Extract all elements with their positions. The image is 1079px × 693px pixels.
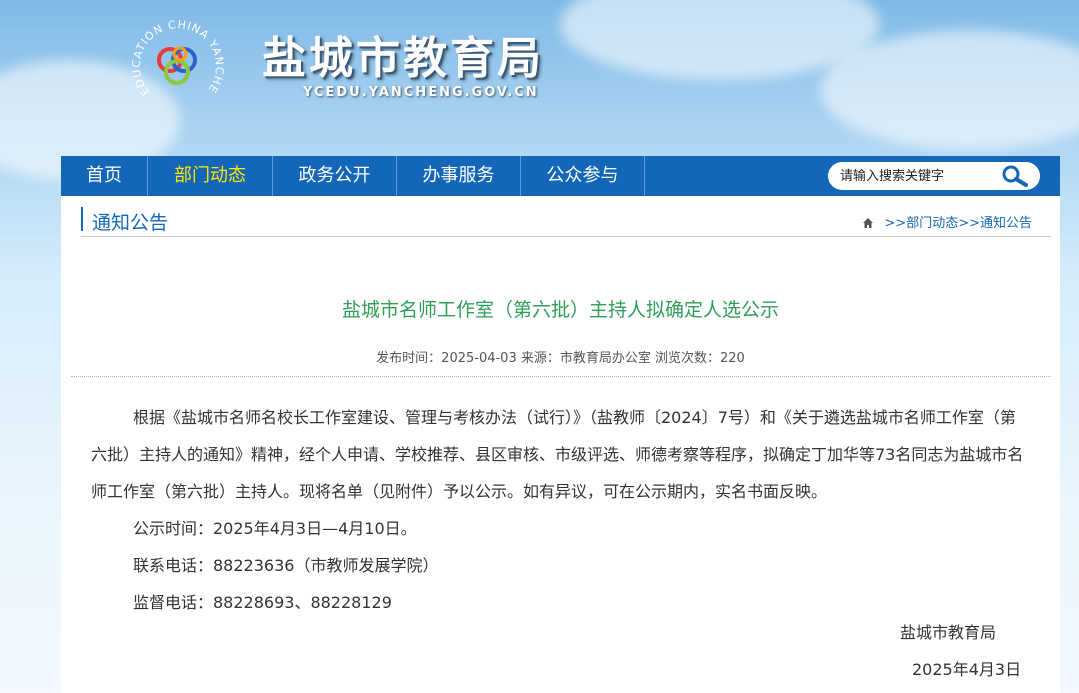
main-nav: 首页 部门动态 政务公开 办事服务 公众参与 [61,156,1060,196]
home-icon[interactable] [862,217,874,229]
article-title: 盐城市名师工作室（第六批）主持人拟确定人选公示 [341,299,779,321]
contact-phone: 联系电话：88223636（市教师发展学院） [133,556,439,575]
search-icon[interactable] [1000,165,1030,187]
breadcrumb-notices[interactable]: >>通知公告 [958,216,1032,231]
site-url: YCEDU.YANCHENG.GOV.CN [303,85,539,100]
education-logo-icon[interactable]: EDUCATION CHINA YANCHENG [128,14,228,114]
site-title: 盐城市教育局 [262,33,544,84]
publicity-period: 公示时间：2025年4月3日—4月10日。 [133,519,417,538]
nav-item-department-news[interactable]: 部门动态 [148,156,273,196]
search-input[interactable] [840,166,990,186]
section-title: 通知公告 [92,212,169,234]
svg-text:EDUCATION CHINA YANCHENG: EDUCATION CHINA YANCHENG [128,14,226,98]
site-header: EDUCATION CHINA YANCHENG 盐城市教育局 YCEDU.YA… [0,0,1079,180]
signature: 盐城市教育局 [900,623,997,642]
breadcrumb-department-news[interactable]: >>部门动态 [884,216,958,231]
article-body: 根据《盐城市名师名校长工作室建设、管理与考核办法（试行）》（盐教师〔2024〕7… [91,399,1026,621]
nav-item-home[interactable]: 首页 [61,156,148,196]
breadcrumb: >>部门动态>>通知公告 [862,212,1032,231]
search-box [828,162,1040,190]
section-divider [81,236,1051,237]
signature-date: 2025年4月3日 [912,660,1022,679]
nav-item-government-affairs[interactable]: 政务公开 [273,156,397,196]
meta-divider [71,376,1051,377]
nav-item-services[interactable]: 办事服务 [397,156,521,196]
section-marker [81,207,83,231]
article-meta: 发布时间：2025-04-03 来源：市教育局办公室 浏览次数：220 [376,351,745,366]
supervision-phone: 监督电话：88228693、88228129 [133,593,392,612]
main-content: 通知公告 >>部门动态>>通知公告 盐城市名师工作室（第六批）主持人拟确定人选公… [61,196,1060,693]
nav-item-public-participation[interactable]: 公众参与 [521,156,645,196]
article-paragraph: 根据《盐城市名师名校长工作室建设、管理与考核办法（试行）》（盐教师〔2024〕7… [91,408,1024,501]
